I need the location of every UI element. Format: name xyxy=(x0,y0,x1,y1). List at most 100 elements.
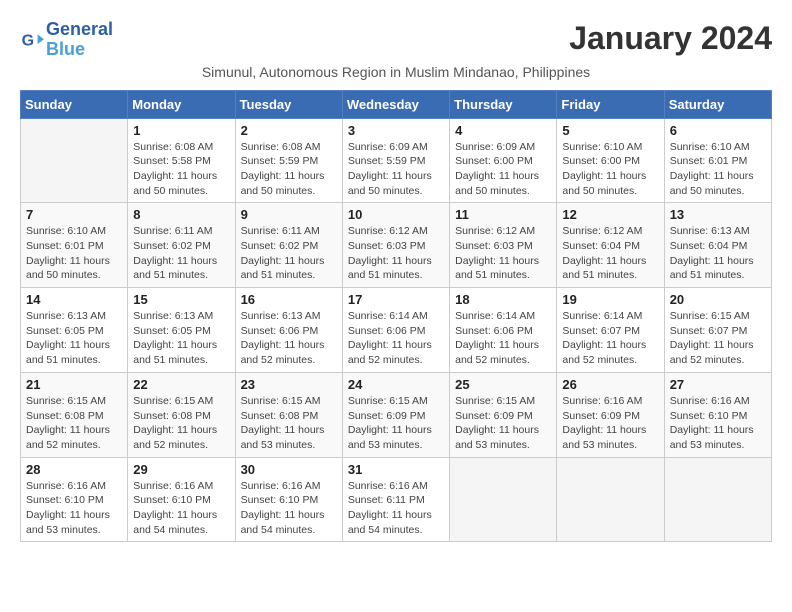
day-info: Sunrise: 6:14 AM Sunset: 6:06 PM Dayligh… xyxy=(348,309,444,368)
day-number: 17 xyxy=(348,292,444,307)
day-info: Sunrise: 6:16 AM Sunset: 6:11 PM Dayligh… xyxy=(348,479,444,538)
day-cell: 11Sunrise: 6:12 AM Sunset: 6:03 PM Dayli… xyxy=(450,203,557,288)
day-info: Sunrise: 6:08 AM Sunset: 5:59 PM Dayligh… xyxy=(241,140,337,199)
day-info: Sunrise: 6:16 AM Sunset: 6:10 PM Dayligh… xyxy=(670,394,766,453)
day-info: Sunrise: 6:15 AM Sunset: 6:07 PM Dayligh… xyxy=(670,309,766,368)
calendar-header: SundayMondayTuesdayWednesdayThursdayFrid… xyxy=(21,90,772,118)
day-cell xyxy=(21,118,128,203)
logo-icon: G xyxy=(20,28,44,52)
calendar-body: 1Sunrise: 6:08 AM Sunset: 5:58 PM Daylig… xyxy=(21,118,772,542)
day-cell: 24 Sunrise: 6:15 AM Sunset: 6:09 PM Dayli… xyxy=(342,372,449,457)
day-number: 23 xyxy=(241,377,337,392)
day-info: Sunrise: 6:15 AM Sunset: 6:08 PM Dayligh… xyxy=(241,394,337,453)
day-cell: 30 Sunrise: 6:16 AM Sunset: 6:10 PM Dayli… xyxy=(235,457,342,542)
logo-blue: Blue xyxy=(46,39,85,59)
week-row-2: 7 Sunrise: 6:10 AM Sunset: 6:01 PM Daylig… xyxy=(21,203,772,288)
day-number: 18 xyxy=(455,292,551,307)
day-number: 11 xyxy=(455,207,551,222)
day-number: 22 xyxy=(133,377,229,392)
header-sunday: Sunday xyxy=(21,90,128,118)
day-cell: 18 Sunrise: 6:14 AM Sunset: 6:06 PM Dayli… xyxy=(450,288,557,373)
logo-general: General xyxy=(46,19,113,39)
day-cell: 31 Sunrise: 6:16 AM Sunset: 6:11 PM Dayli… xyxy=(342,457,449,542)
week-row-3: 14 Sunrise: 6:13 AM Sunset: 6:05 PM Dayli… xyxy=(21,288,772,373)
day-info: Sunrise: 6:12 AM Sunset: 6:03 PM Dayligh… xyxy=(348,224,444,283)
day-cell: 4Sunrise: 6:09 AM Sunset: 6:00 PM Daylig… xyxy=(450,118,557,203)
day-cell: 21 Sunrise: 6:15 AM Sunset: 6:08 PM Dayli… xyxy=(21,372,128,457)
day-cell xyxy=(450,457,557,542)
day-number: 13 xyxy=(670,207,766,222)
calendar-table: SundayMondayTuesdayWednesdayThursdayFrid… xyxy=(20,90,772,543)
day-number: 21 xyxy=(26,377,122,392)
day-cell: 26Sunrise: 6:16 AM Sunset: 6:09 PM Dayli… xyxy=(557,372,664,457)
day-number: 4 xyxy=(455,123,551,138)
day-info: Sunrise: 6:16 AM Sunset: 6:10 PM Dayligh… xyxy=(241,479,337,538)
header-friday: Friday xyxy=(557,90,664,118)
day-number: 2 xyxy=(241,123,337,138)
day-cell: 22 Sunrise: 6:15 AM Sunset: 6:08 PM Dayli… xyxy=(128,372,235,457)
week-row-4: 21 Sunrise: 6:15 AM Sunset: 6:08 PM Dayli… xyxy=(21,372,772,457)
day-info: Sunrise: 6:10 AM Sunset: 6:01 PM Dayligh… xyxy=(26,224,122,283)
day-info: Sunrise: 6:13 AM Sunset: 6:05 PM Dayligh… xyxy=(26,309,122,368)
day-cell: 10 Sunrise: 6:12 AM Sunset: 6:03 PM Dayli… xyxy=(342,203,449,288)
day-cell: 6Sunrise: 6:10 AM Sunset: 6:01 PM Daylig… xyxy=(664,118,771,203)
day-info: Sunrise: 6:16 AM Sunset: 6:10 PM Dayligh… xyxy=(133,479,229,538)
day-info: Sunrise: 6:15 AM Sunset: 6:09 PM Dayligh… xyxy=(348,394,444,453)
day-cell: 3Sunrise: 6:09 AM Sunset: 5:59 PM Daylig… xyxy=(342,118,449,203)
header-monday: Monday xyxy=(128,90,235,118)
day-number: 3 xyxy=(348,123,444,138)
day-cell: 7 Sunrise: 6:10 AM Sunset: 6:01 PM Daylig… xyxy=(21,203,128,288)
day-number: 19 xyxy=(562,292,658,307)
day-number: 31 xyxy=(348,462,444,477)
day-cell: 9 Sunrise: 6:11 AM Sunset: 6:02 PM Daylig… xyxy=(235,203,342,288)
day-info: Sunrise: 6:10 AM Sunset: 6:00 PM Dayligh… xyxy=(562,140,658,199)
day-number: 15 xyxy=(133,292,229,307)
day-number: 10 xyxy=(348,207,444,222)
logo: G General Blue xyxy=(20,20,113,60)
day-cell: 28 Sunrise: 6:16 AM Sunset: 6:10 PM Dayli… xyxy=(21,457,128,542)
day-number: 20 xyxy=(670,292,766,307)
subtitle: Simunul, Autonomous Region in Muslim Min… xyxy=(20,64,772,80)
day-cell: 25Sunrise: 6:15 AM Sunset: 6:09 PM Dayli… xyxy=(450,372,557,457)
day-cell: 13 Sunrise: 6:13 AM Sunset: 6:04 PM Dayli… xyxy=(664,203,771,288)
day-cell: 19 Sunrise: 6:14 AM Sunset: 6:07 PM Dayli… xyxy=(557,288,664,373)
day-number: 30 xyxy=(241,462,337,477)
day-cell: 12 Sunrise: 6:12 AM Sunset: 6:04 PM Dayli… xyxy=(557,203,664,288)
day-cell: 29 Sunrise: 6:16 AM Sunset: 6:10 PM Dayli… xyxy=(128,457,235,542)
day-number: 27 xyxy=(670,377,766,392)
header-saturday: Saturday xyxy=(664,90,771,118)
header-tuesday: Tuesday xyxy=(235,90,342,118)
day-number: 6 xyxy=(670,123,766,138)
day-number: 5 xyxy=(562,123,658,138)
month-title: January 2024 xyxy=(569,20,772,57)
day-number: 29 xyxy=(133,462,229,477)
day-info: Sunrise: 6:14 AM Sunset: 6:07 PM Dayligh… xyxy=(562,309,658,368)
day-number: 14 xyxy=(26,292,122,307)
day-info: Sunrise: 6:12 AM Sunset: 6:04 PM Dayligh… xyxy=(562,224,658,283)
day-info: Sunrise: 6:15 AM Sunset: 6:08 PM Dayligh… xyxy=(26,394,122,453)
day-number: 8 xyxy=(133,207,229,222)
day-number: 7 xyxy=(26,207,122,222)
day-number: 12 xyxy=(562,207,658,222)
day-cell: 17 Sunrise: 6:14 AM Sunset: 6:06 PM Dayli… xyxy=(342,288,449,373)
day-number: 1 xyxy=(133,123,229,138)
day-info: Sunrise: 6:11 AM Sunset: 6:02 PM Dayligh… xyxy=(133,224,229,283)
day-cell: 14 Sunrise: 6:13 AM Sunset: 6:05 PM Dayli… xyxy=(21,288,128,373)
day-number: 24 xyxy=(348,377,444,392)
day-cell: 23 Sunrise: 6:15 AM Sunset: 6:08 PM Dayli… xyxy=(235,372,342,457)
day-info: Sunrise: 6:14 AM Sunset: 6:06 PM Dayligh… xyxy=(455,309,551,368)
day-info: Sunrise: 6:13 AM Sunset: 6:04 PM Dayligh… xyxy=(670,224,766,283)
day-info: Sunrise: 6:11 AM Sunset: 6:02 PM Dayligh… xyxy=(241,224,337,283)
day-cell: 27 Sunrise: 6:16 AM Sunset: 6:10 PM Dayli… xyxy=(664,372,771,457)
day-number: 28 xyxy=(26,462,122,477)
day-cell: 2 Sunrise: 6:08 AM Sunset: 5:59 PM Daylig… xyxy=(235,118,342,203)
header-wednesday: Wednesday xyxy=(342,90,449,118)
day-cell: 15Sunrise: 6:13 AM Sunset: 6:05 PM Dayli… xyxy=(128,288,235,373)
day-number: 16 xyxy=(241,292,337,307)
week-row-1: 1Sunrise: 6:08 AM Sunset: 5:58 PM Daylig… xyxy=(21,118,772,203)
day-info: Sunrise: 6:16 AM Sunset: 6:10 PM Dayligh… xyxy=(26,479,122,538)
day-number: 26 xyxy=(562,377,658,392)
day-info: Sunrise: 6:15 AM Sunset: 6:08 PM Dayligh… xyxy=(133,394,229,453)
day-number: 9 xyxy=(241,207,337,222)
svg-text:G: G xyxy=(22,32,34,49)
